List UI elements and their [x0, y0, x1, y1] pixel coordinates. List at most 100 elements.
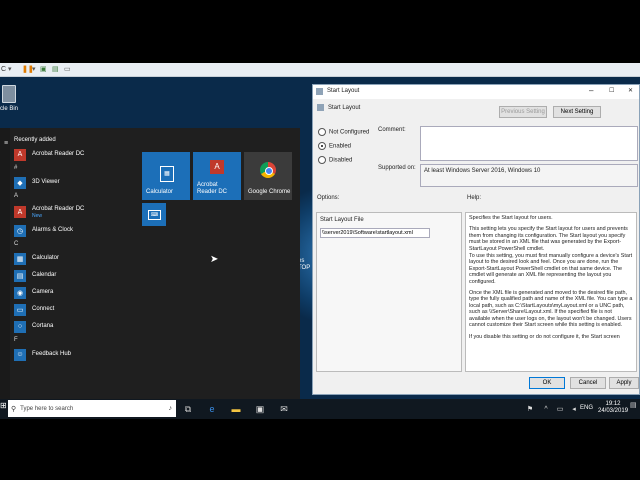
tile-label: Calculator	[146, 189, 174, 195]
radio-icon	[318, 156, 326, 164]
file-explorer-icon[interactable]: ▬	[228, 401, 244, 417]
app-label: Acrobat Reader DC	[32, 205, 85, 212]
help-paragraph: To use this setting, you must first manu…	[469, 253, 633, 285]
acrobat-icon: A	[14, 206, 26, 218]
taskbar-search-box[interactable]: ⚲ Type here to search ♪	[8, 400, 176, 417]
app-label: 3D Viewer	[32, 179, 60, 185]
options-label: Options:	[317, 195, 340, 201]
next-setting-button[interactable]: Next Setting	[553, 106, 601, 118]
language-indicator[interactable]: ENG	[580, 405, 593, 411]
cortana-icon: ○	[14, 320, 26, 333]
action-center-icon[interactable]: ▤	[630, 401, 638, 417]
calculator-icon: ▦	[14, 252, 26, 265]
radio-disabled[interactable]: Disabled	[318, 156, 352, 164]
start-menu-rail	[0, 128, 10, 399]
setting-name: Start Layout	[328, 105, 361, 111]
cancel-button[interactable]: Cancel	[570, 377, 606, 389]
recycle-bin-label: cle Bin	[0, 106, 19, 112]
alarm-clock-icon: ◷	[14, 224, 26, 237]
ok-button[interactable]: OK	[529, 377, 565, 389]
minimize-icon[interactable]: –	[589, 86, 593, 95]
app-list-item[interactable]: A Acrobat Reader DC New	[14, 202, 139, 222]
network-icon[interactable]: ⚑	[522, 401, 538, 417]
radio-enabled[interactable]: Enabled	[318, 142, 351, 150]
letterbox-bottom	[0, 419, 640, 480]
dialog-title: Start Layout	[327, 88, 360, 94]
radio-not-configured[interactable]: Not Configured	[318, 128, 369, 136]
keyboard-icon: ⌨	[148, 210, 161, 220]
app-list-item[interactable]: ▭ Connect	[14, 301, 139, 318]
app-list-item[interactable]: ◉ Camera	[14, 284, 139, 301]
radio-icon	[318, 128, 326, 136]
maximize-icon[interactable]: ☐	[609, 87, 614, 94]
edge-icon[interactable]: e	[204, 401, 220, 417]
chevron-down-icon[interactable]: ▾	[32, 65, 36, 74]
tile-label: Acrobat Reader DC	[197, 182, 228, 195]
app-list-item[interactable]: ▤ Calendar	[14, 267, 139, 284]
task-view-icon[interactable]: ⧉	[180, 401, 196, 417]
tile-acrobat[interactable]: A Acrobat Reader DC	[193, 152, 241, 200]
section-header[interactable]: F	[14, 335, 139, 346]
app-label: Acrobat Reader DC	[32, 151, 85, 157]
radio-selected-icon	[318, 142, 326, 150]
previous-setting-button[interactable]: Previous Setting	[499, 106, 547, 118]
clock-time: 19:12	[605, 401, 621, 407]
close-icon[interactable]: ✕	[628, 87, 633, 94]
recycle-bin-icon[interactable]	[2, 85, 16, 103]
app-list-item[interactable]: ○ Cortana	[14, 318, 139, 335]
radio-label: Disabled	[329, 157, 353, 164]
help-paragraph: If you disable this setting or do not co…	[469, 333, 620, 340]
section-header[interactable]: C	[14, 239, 139, 250]
camera-icon: ◉	[14, 286, 26, 299]
help-paragraph: Once the XML file is generated and moved…	[469, 290, 633, 329]
vm-toolbar: C ▾ ❚❚ ▾ ▣ ▤ ▭	[0, 63, 640, 77]
tile-label: Google Chrome	[248, 189, 291, 195]
app-list-item[interactable]: A Acrobat Reader DC	[14, 146, 139, 163]
help-paragraph: Specifies the Start layout for users.	[469, 215, 553, 221]
snapshot-icon[interactable]: ▣	[40, 65, 47, 74]
start-layout-dialog: Start Layout – ☐ ✕ Start Layout Previous…	[312, 84, 640, 395]
help-paragraph: This setting lets you specify the Start …	[469, 226, 628, 252]
acrobat-icon: A	[14, 148, 26, 161]
tile-calculator[interactable]: ▦ Calculator	[142, 152, 190, 200]
calendar-icon: ▤	[14, 269, 26, 282]
app-label: Connect	[32, 306, 55, 312]
section-header[interactable]: #	[14, 163, 139, 174]
store-icon[interactable]: ▣	[252, 401, 268, 417]
app-list-item[interactable]: ◷ Alarms & Clock	[14, 222, 139, 239]
supported-on-value: At least Windows Server 2016, Windows 10	[420, 164, 638, 187]
microphone-icon[interactable]: ♪	[169, 405, 173, 412]
app-list-item[interactable]: ☺ Feedback Hub	[14, 346, 139, 363]
tile-chrome[interactable]: Google Chrome	[244, 152, 292, 200]
comment-field[interactable]	[420, 126, 638, 161]
acrobat-icon: A	[210, 160, 224, 174]
windows-start-icon[interactable]: ⊞	[0, 401, 8, 417]
app-list: Recently added A Acrobat Reader DC # ◆ 3…	[14, 134, 139, 363]
hamburger-icon[interactable]: ≡	[4, 140, 12, 148]
section-header[interactable]: A	[14, 191, 139, 202]
help-panel: Specifies the Start layout for users. Th…	[465, 212, 637, 372]
mouse-cursor-icon: ➤	[210, 254, 219, 265]
calculator-icon: ▦	[160, 166, 174, 182]
radio-label: Enabled	[329, 143, 352, 150]
supported-on-label: Supported on:	[378, 165, 416, 171]
taskbar-clock[interactable]: 19:12 24/03/2019	[598, 401, 628, 415]
start-layout-file-input[interactable]: \\server2019\Software\startlayout.xml	[320, 228, 430, 238]
app-label: Calculator	[32, 255, 60, 261]
fullscreen-icon[interactable]: ▭	[64, 65, 71, 74]
cube-icon: ◆	[14, 176, 26, 189]
search-placeholder: Type here to search	[20, 405, 74, 412]
setting-icon	[317, 104, 324, 111]
start-layout-file-label: Start Layout File	[320, 217, 364, 223]
revert-icon[interactable]: ▤	[52, 65, 59, 74]
dialog-titlebar[interactable]: Start Layout – ☐ ✕	[313, 85, 639, 99]
new-badge: New	[32, 212, 43, 219]
search-icon: ⚲	[11, 405, 17, 413]
mail-icon[interactable]: ✉	[276, 401, 292, 417]
app-list-item[interactable]: ◆ 3D Viewer	[14, 174, 139, 191]
dropdown-icon[interactable]: ▾	[8, 65, 12, 74]
comment-label: Comment:	[378, 127, 406, 133]
tile-keyboard[interactable]: ⌨	[142, 203, 166, 226]
apply-button[interactable]: Apply	[609, 377, 639, 389]
app-list-item[interactable]: ▦ Calculator	[14, 250, 139, 267]
